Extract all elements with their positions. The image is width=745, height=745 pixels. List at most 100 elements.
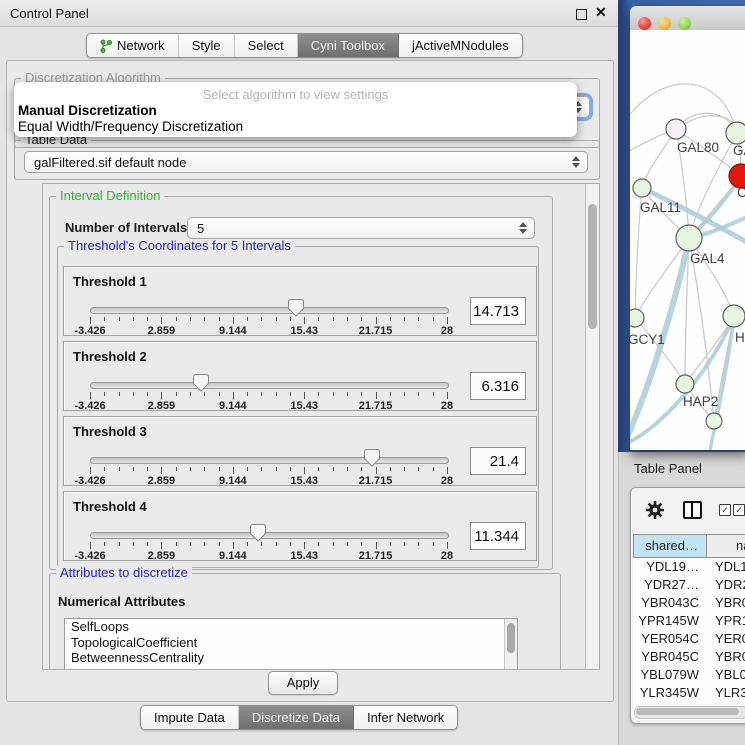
top-tab-bar: Network Style Select Cyni Toolbox jActiveMNo… (86, 33, 523, 58)
threshold-value-field[interactable]: 21.4 (470, 447, 526, 475)
node-gal11[interactable] (633, 179, 651, 197)
table-row-ylr345w[interactable]: YLR345WYLR3 (633, 684, 745, 702)
network-graph[interactable]: GAL80GACGAL11GAL4GCY1HHAP2 (630, 30, 745, 450)
cell-shared-name: YER054C (633, 630, 699, 648)
threshold-value-field[interactable]: 14.713 (470, 297, 526, 325)
gear-icon[interactable] (645, 500, 665, 520)
node-label-gal4: GAL4 (690, 251, 725, 266)
table-browser-panel: ✓ ✓ shared… na YDL19…YDL1YDR27…YDR2YBR04… (630, 487, 745, 724)
control-panel-titlebar: Control Panel ✕ (0, 0, 618, 27)
node-node-bottom[interactable] (706, 413, 722, 429)
column-header-shared-name[interactable]: shared… (633, 534, 707, 558)
close-icon[interactable]: ✕ (595, 4, 607, 21)
table-data-combobox[interactable]: galFiltered.sif default node (24, 151, 588, 173)
slider-ticks (90, 317, 447, 325)
tab-label: Select (248, 38, 284, 53)
zoom-traffic-light-icon[interactable] (678, 17, 691, 30)
tab-infer-network[interactable]: Infer Network (354, 706, 457, 729)
cell-shared-name: YPR145W (633, 612, 699, 630)
tab-select[interactable]: Select (235, 34, 298, 57)
checkbox-icon[interactable]: ✓ (719, 504, 731, 516)
threshold-label: Threshold 2 (73, 349, 147, 364)
table-row-ypr145w[interactable]: YPR145W YPR1 (633, 612, 745, 630)
column-header-name[interactable]: na (707, 534, 745, 558)
node-label-h: H (735, 330, 745, 345)
slider-track[interactable] (90, 457, 449, 464)
threshold-value-field[interactable]: 11.344 (470, 522, 526, 550)
tab-style[interactable]: Style (179, 34, 235, 57)
checkbox-icon[interactable]: ✓ (733, 504, 745, 516)
slider-track[interactable] (90, 307, 449, 314)
slider-thumb[interactable] (250, 524, 266, 542)
cell-name: YBL0 (715, 666, 745, 684)
table-row-ydl19-[interactable]: YDL19…YDL1 (633, 558, 745, 576)
minimize-traffic-light-icon[interactable] (658, 17, 671, 30)
network-canvas[interactable]: GAL80GACGAL11GAL4GCY1HHAP2 (630, 30, 745, 450)
minimize-icon[interactable] (576, 9, 587, 20)
threshold-label: Threshold 4 (73, 499, 147, 514)
table-row-ydr27-[interactable]: YDR27…YDR2 (633, 576, 745, 594)
network-icon (100, 39, 112, 53)
threshold-value-field[interactable]: 6.316 (470, 372, 526, 400)
tab-label: Network (117, 38, 165, 53)
number-of-intervals-combobox[interactable]: 5 (187, 217, 535, 239)
attributes-list-scrollbar[interactable] (504, 619, 517, 670)
threshold-label: Threshold 1 (73, 274, 147, 289)
slider-thumb[interactable] (193, 374, 209, 392)
threshold-panel-3: Threshold 3 -3.4262.8599.14415.4321.7152… (63, 416, 537, 486)
table-row-ybr045c[interactable]: YBR045CYBR0 (633, 648, 745, 666)
attributes-scrollbar-thumb[interactable] (507, 623, 515, 653)
node-gal4[interactable] (676, 225, 702, 251)
tab-label: Cyni Toolbox (311, 38, 385, 53)
attribute-item-betweennesscentrality[interactable]: BetweennessCentrality (65, 650, 517, 666)
slider-track[interactable] (90, 382, 449, 389)
table-hscrollbar-thumb[interactable] (636, 708, 739, 715)
threshold-panel-1: Threshold 1 -3.4262.8599.14415.4321.7152… (63, 266, 537, 336)
node-label-hap2: HAP2 (683, 394, 718, 409)
network-view-window: GAL80GACGAL11GAL4GCY1HHAP2 (630, 6, 745, 450)
tab-jactivemnodules[interactable]: jActiveMNodules (399, 34, 522, 57)
slider-thumb[interactable] (288, 299, 304, 317)
table-horizontal-scrollbar[interactable] (634, 706, 745, 719)
attribute-item-selfloops[interactable]: SelfLoops (65, 619, 517, 635)
table-row-ybl079w[interactable]: YBL079W YBL0 (633, 666, 745, 684)
settings-scrollbar-thumb[interactable] (588, 204, 597, 329)
table-row-yer054c[interactable]: YER054C YER0 (633, 630, 745, 648)
cell-name: YDR2 (715, 576, 745, 594)
tab-impute-data[interactable]: Impute Data (141, 706, 239, 729)
cell-shared-name: YBR045C (633, 648, 699, 666)
cell-name: YER0 (715, 630, 745, 648)
tab-label: Discretize Data (252, 710, 340, 725)
cell-shared-name: YBL079W (633, 666, 699, 684)
numerical-attributes-list[interactable]: SelfLoopsTopologicalCoefficientBetweenne… (64, 618, 518, 670)
tab-label: Impute Data (154, 710, 225, 725)
split-panel-icon[interactable] (683, 501, 702, 519)
slider-track[interactable] (90, 532, 449, 539)
attribute-item-topologicalcoefficient[interactable]: TopologicalCoefficient (65, 635, 517, 651)
node-node-top-right[interactable] (726, 122, 745, 144)
slider-thumb[interactable] (364, 449, 380, 467)
cell-name: YPR1 (715, 612, 745, 630)
settings-scrollbar[interactable] (585, 184, 599, 669)
cell-name: YDL1 (715, 558, 745, 576)
tab-network[interactable]: Network (87, 34, 179, 57)
table-header-row: shared… na (633, 534, 745, 558)
slider-ticks (90, 392, 447, 400)
dropdown-option-equal-width-frequency[interactable]: Equal Width/Frequency Discretization (16, 119, 574, 134)
close-traffic-light-icon[interactable] (638, 17, 651, 30)
tab-cyni-toolbox[interactable]: Cyni Toolbox (298, 34, 399, 57)
node-label-ga: GA (733, 143, 745, 158)
combo-arrows-icon (519, 222, 527, 234)
tab-discretize-data[interactable]: Discretize Data (239, 706, 354, 729)
apply-button[interactable]: Apply (268, 671, 338, 695)
node-hap2[interactable] (676, 375, 694, 393)
dropdown-option-manual-discretization[interactable]: Manual Discretization (16, 103, 574, 118)
numerical-attributes-label: Numerical Attributes (58, 594, 185, 609)
number-of-intervals-value: 5 (197, 221, 204, 236)
node-gal80[interactable] (666, 119, 686, 139)
node-gcy1[interactable] (630, 309, 644, 327)
number-of-intervals-label: Number of Intervals (65, 220, 187, 235)
node-node-right[interactable] (723, 305, 745, 327)
settings-scroll-viewport: Interval Definition Number of Intervals … (42, 183, 600, 670)
table-row-ybr043c[interactable]: YBR043CYBR0 (633, 594, 745, 612)
